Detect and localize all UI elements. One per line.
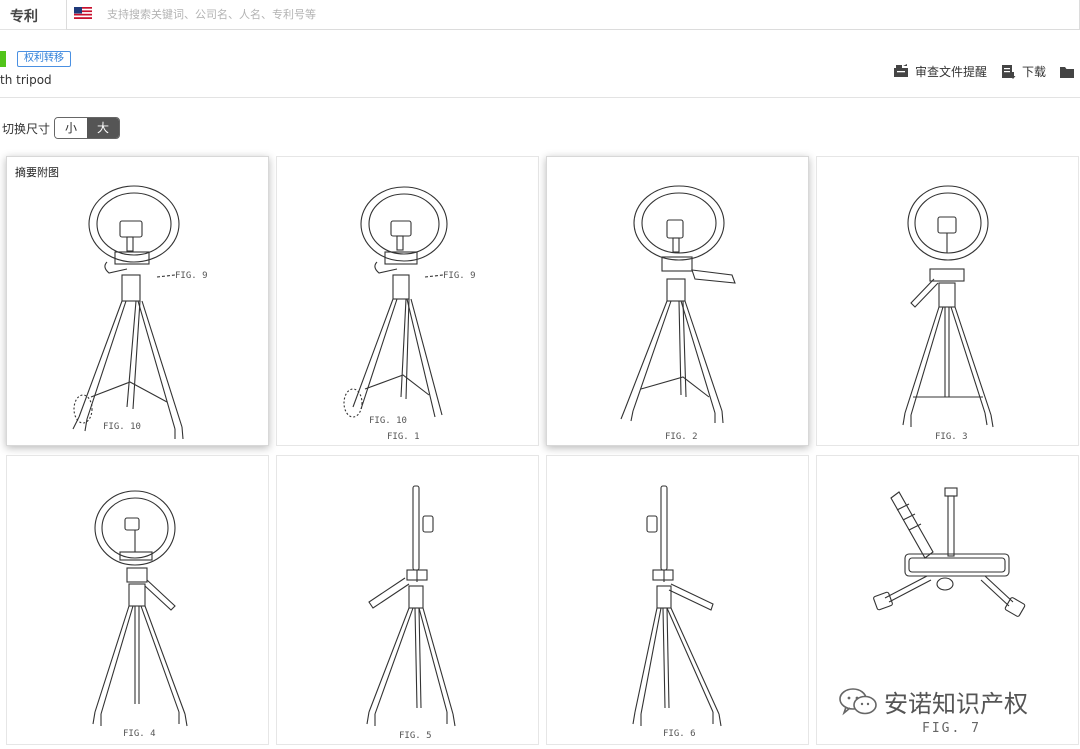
patent-drawing: FIG. 6 bbox=[632, 485, 722, 739]
patent-drawing: FIG. 2 bbox=[620, 185, 736, 442]
patent-drawing: FIG. 5 bbox=[366, 485, 456, 741]
size-switcher-label: 切换尺寸 bbox=[2, 121, 51, 136]
patent-drawing: FIG. 4 bbox=[92, 490, 188, 739]
figure-card-3[interactable]: FIG. 2 bbox=[546, 156, 809, 446]
size-segmented-control: 小 大 bbox=[54, 117, 121, 139]
review-file-alert-icon bbox=[893, 64, 908, 77]
fig-label: FIG. 10 bbox=[103, 422, 141, 432]
fig-label: FIG. 10 bbox=[369, 416, 407, 426]
figure-card-7[interactable]: FIG. 6 bbox=[546, 455, 809, 745]
folder-icon bbox=[1060, 66, 1074, 78]
fig-label: FIG. 2 bbox=[665, 432, 698, 442]
patent-header: 权利转移 th tripod 审查文件提醒 下载 bbox=[0, 42, 1080, 98]
size-large-button[interactable]: 大 bbox=[87, 118, 120, 138]
size-small-button[interactable]: 小 bbox=[55, 118, 88, 138]
patent-title: th tripod bbox=[0, 73, 52, 87]
fig-label: FIG. 5 bbox=[399, 731, 432, 741]
patent-drawing: FIG. 9 FIG. 10 bbox=[72, 185, 208, 440]
watermark: 安诺知识产权 bbox=[838, 684, 1028, 719]
fig-label: FIG. 4 bbox=[123, 729, 156, 739]
review-file-alert-button[interactable]: 审查文件提醒 bbox=[893, 63, 987, 80]
patent-drawing: FIG. 3 bbox=[902, 185, 994, 442]
figure-card-5[interactable]: FIG. 4 bbox=[6, 455, 269, 745]
figure-card-4[interactable]: FIG. 3 bbox=[816, 156, 1079, 446]
size-switcher: 切换尺寸 小 大 bbox=[2, 117, 121, 139]
fig-label: FIG. 9 bbox=[175, 271, 208, 281]
us-flag-icon[interactable] bbox=[74, 7, 92, 19]
top-search-bar: 专利 bbox=[0, 0, 1080, 30]
fig-label: FIG. 7 bbox=[922, 721, 981, 736]
figure-card-1[interactable]: 摘要附图 FIG. 9 FIG. 10 bbox=[6, 156, 269, 446]
patent-drawing: FIG. 9 FIG. 10 FIG. 1 bbox=[343, 186, 476, 442]
folder-button[interactable] bbox=[1060, 65, 1080, 78]
fig-label: FIG. 9 bbox=[443, 271, 476, 281]
header-actions: 审查文件提醒 下载 bbox=[879, 62, 1080, 80]
watermark-text: 安诺知识产权 bbox=[884, 690, 1028, 718]
search-input[interactable] bbox=[107, 0, 707, 28]
download-icon bbox=[1001, 64, 1016, 79]
search-box[interactable] bbox=[66, 0, 1080, 30]
fig-label: FIG. 3 bbox=[935, 432, 968, 442]
fig-label: FIG. 1 bbox=[387, 432, 420, 442]
figure-card-2[interactable]: FIG. 9 FIG. 10 FIG. 1 bbox=[276, 156, 539, 446]
section-title: 专利 bbox=[10, 9, 38, 25]
fig-label: FIG. 6 bbox=[663, 729, 696, 739]
wechat-icon bbox=[839, 687, 877, 715]
figure-card-6[interactable]: FIG. 5 bbox=[276, 455, 539, 745]
download-button[interactable]: 下载 bbox=[1001, 63, 1046, 80]
review-file-alert-label: 审查文件提醒 bbox=[914, 64, 987, 79]
legal-status-tag[interactable]: 权利转移 bbox=[17, 51, 71, 67]
status-indicator bbox=[0, 51, 6, 67]
download-label: 下载 bbox=[1021, 64, 1046, 79]
